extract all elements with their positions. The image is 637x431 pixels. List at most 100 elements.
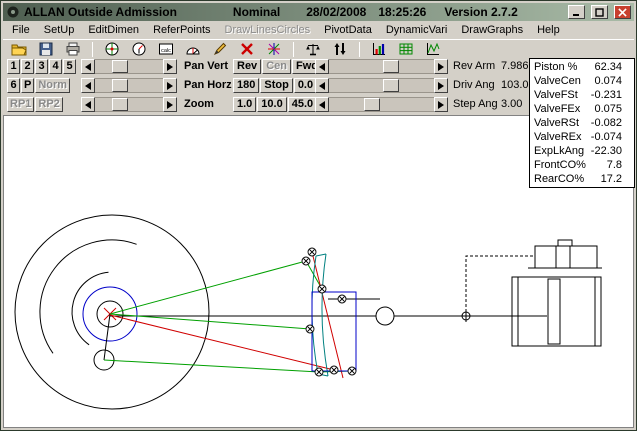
minimize-button[interactable] <box>568 5 585 19</box>
readout-row-rearco: RearCO%17.2 <box>530 172 634 186</box>
rev-arm-scrollbar-right-button[interactable] <box>434 59 448 74</box>
pan-horz-scrollbar-left-button[interactable] <box>81 78 95 93</box>
minimize-icon <box>572 8 581 17</box>
driv-ang-scrollbar-thumb[interactable] <box>383 79 399 92</box>
crosshead-pin <box>376 307 394 325</box>
link-guide-frame <box>312 292 356 371</box>
zoom-scrollbar-left-arrow-icon <box>85 101 91 109</box>
zoom-scrollbar-track[interactable] <box>95 97 163 112</box>
button-4[interactable]: 4 <box>49 59 62 74</box>
cell-1-0[interactable]: 1.0 <box>233 97 256 112</box>
lifting-links <box>110 252 343 378</box>
titlebar[interactable]: ALLAN Outside Admission Nominal 28/02/20… <box>3 3 634 21</box>
tool-print-button[interactable] <box>61 40 85 58</box>
app-icon <box>6 5 20 19</box>
menu-file[interactable]: File <box>5 22 37 38</box>
calc-icon: calc <box>158 41 174 57</box>
toolbar-separator <box>359 42 360 57</box>
menu-editdimen[interactable]: EditDimen <box>81 22 146 38</box>
cell-180[interactable]: 180 <box>233 78 259 93</box>
zoom-scrollbar-right-button[interactable] <box>163 97 177 112</box>
step-ang-scrollbar-right-button[interactable] <box>434 97 448 112</box>
step-ang-scrollbar-thumb[interactable] <box>364 98 380 111</box>
menu-bar: FileSetUpEditDimenReferPointsDrawLinesCi… <box>3 21 634 39</box>
up-down-arrows-icon <box>332 41 348 57</box>
driv-ang-scrollbar <box>315 78 448 93</box>
expansion-link <box>312 254 328 376</box>
tool-green-grid-button[interactable] <box>394 40 418 58</box>
eccentric-arm <box>104 314 110 360</box>
driving-wheel <box>15 215 209 409</box>
tool-wheel-button[interactable] <box>100 40 124 58</box>
zoom-scrollbar-left-button[interactable] <box>81 97 95 112</box>
menu-help[interactable]: Help <box>530 22 567 38</box>
button-6[interactable]: 6 <box>7 78 20 93</box>
menu-pivotdata[interactable]: PivotData <box>317 22 379 38</box>
driv-ang-scrollbar-right-button[interactable] <box>434 78 448 93</box>
valvecen-label: ValveCen <box>534 74 588 88</box>
toolbar-separator <box>293 42 294 57</box>
button-rp2: RP2 <box>35 97 62 112</box>
rev-arm-label: Rev Arm <box>453 59 501 74</box>
cell-stop[interactable]: Stop <box>260 78 292 93</box>
tool-colored-axes-button[interactable] <box>262 40 286 58</box>
close-button[interactable] <box>614 5 631 19</box>
rev-arm-scrollbar-track[interactable] <box>329 59 434 74</box>
readout-driv-ang: Driv Ang103.00 <box>453 78 535 93</box>
cell-10-0[interactable]: 10.0 <box>257 97 286 112</box>
tool-colored-chart-button[interactable] <box>367 40 391 58</box>
driv-ang-scrollbar-track[interactable] <box>329 78 434 93</box>
pan-horz-scrollbar-right-button[interactable] <box>163 78 177 93</box>
cell-0-0[interactable]: 0.0 <box>294 78 317 93</box>
tool-scales-button[interactable] <box>301 40 325 58</box>
tool-up-down-arrows-button[interactable] <box>328 40 352 58</box>
tool-dial-button[interactable] <box>127 40 151 58</box>
toolbar: calc <box>3 39 634 58</box>
step-ang-scrollbar-track[interactable] <box>329 97 434 112</box>
driv-ang-scrollbar-left-button[interactable] <box>315 78 329 93</box>
valve-marker <box>460 310 472 322</box>
readout-row-valvecen: ValveCen0.074 <box>530 74 634 88</box>
button-5[interactable]: 5 <box>63 59 76 74</box>
menu-referpoints[interactable]: ReferPoints <box>146 22 217 38</box>
tool-save-button[interactable] <box>34 40 58 58</box>
tool-calc-button[interactable]: calc <box>154 40 178 58</box>
rev-arm-scrollbar-right-arrow-icon <box>438 63 444 71</box>
tool-open-folder-button[interactable] <box>7 40 31 58</box>
cell-45-0[interactable]: 45.0 <box>288 97 317 112</box>
menu-setup[interactable]: SetUp <box>37 22 82 38</box>
tool-delete-cross-button[interactable] <box>235 40 259 58</box>
button-2[interactable]: 2 <box>21 59 34 74</box>
driv-ang-label: Driv Ang <box>453 78 501 93</box>
tool-pencil-button[interactable] <box>208 40 232 58</box>
rev-arm-scrollbar-left-button[interactable] <box>315 59 329 74</box>
button-p[interactable]: P <box>21 78 34 93</box>
pan-vert-scrollbar-right-button[interactable] <box>163 59 177 74</box>
readout-row-frontco: FrontCO%7.8 <box>530 158 634 172</box>
tool-graph-button[interactable] <box>421 40 445 58</box>
rev-arm-value: 7.986 <box>501 59 529 74</box>
pan-vert-scrollbar-right-arrow-icon <box>167 63 173 71</box>
save-icon <box>38 41 54 57</box>
piston-value: 62.34 <box>588 60 632 74</box>
svg-text:calc: calc <box>161 48 171 54</box>
cell-rev[interactable]: Rev <box>233 59 261 74</box>
menu-dynamicvari[interactable]: DynamicVari <box>379 22 455 38</box>
step-ang-scrollbar-left-button[interactable] <box>315 97 329 112</box>
tool-protractor-button[interactable] <box>181 40 205 58</box>
pan-horz-scrollbar-track[interactable] <box>95 78 163 93</box>
explkang-label: ExpLkAng <box>534 144 588 158</box>
pan-vert-scrollbar-left-button[interactable] <box>81 59 95 74</box>
button-3[interactable]: 3 <box>35 59 48 74</box>
zoom-scrollbar-right-arrow-icon <box>167 101 173 109</box>
menu-drawgraphs[interactable]: DrawGraphs <box>454 22 530 38</box>
rev-arm-scrollbar-thumb[interactable] <box>383 60 399 73</box>
pan-horz-scrollbar-thumb[interactable] <box>112 79 128 92</box>
zoom-scrollbar-thumb[interactable] <box>112 98 128 111</box>
pan-vert-scrollbar-thumb[interactable] <box>112 60 128 73</box>
maximize-button[interactable] <box>591 5 608 19</box>
pan-vert-scrollbar-track[interactable] <box>95 59 163 74</box>
valvefst-label: ValveFSt <box>534 88 588 102</box>
button-1[interactable]: 1 <box>7 59 20 74</box>
cell-cen: Cen <box>262 59 291 74</box>
